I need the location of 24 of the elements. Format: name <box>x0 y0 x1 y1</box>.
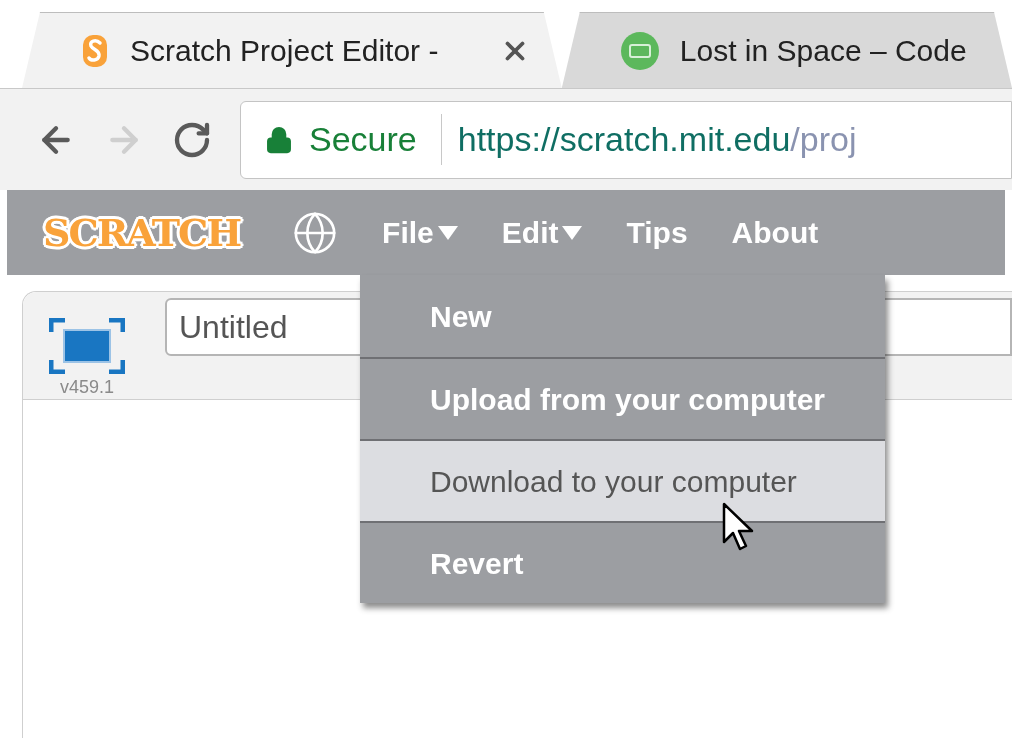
tab-title: Lost in Space – Code <box>679 33 967 69</box>
dropdown-item[interactable]: Download to your computer <box>360 439 885 521</box>
logo-icon <box>619 30 660 71</box>
menu-item[interactable]: Tips <box>604 190 710 275</box>
dropdown-item[interactable]: Upload from your computer <box>360 357 885 439</box>
menu-item[interactable]: File <box>360 190 480 275</box>
tab-title: Scratch Project Editor - <box>130 33 439 69</box>
menu-item[interactable]: About <box>709 190 841 275</box>
logo-icon <box>80 33 110 68</box>
version-label: v459.1 <box>59 378 114 396</box>
security-label: Secure <box>309 114 442 165</box>
fullscreen-icon[interactable] <box>49 318 125 374</box>
caret-icon <box>562 225 583 240</box>
dropdown-item[interactable]: New <box>360 275 885 357</box>
cursor-icon <box>722 502 756 552</box>
browser-tab[interactable]: Lost in Space – Code <box>561 12 1012 88</box>
browser-tab[interactable]: Scratch Project Editor - <box>22 12 562 88</box>
caret-icon <box>437 225 458 240</box>
url-text: https://scratch.mit.edu/proj <box>457 119 857 160</box>
scratch-logo: SCRATCH <box>43 209 241 257</box>
address-bar[interactable]: Secure https://scratch.mit.edu/proj <box>240 100 1012 179</box>
lock-icon <box>265 125 293 154</box>
menu-item[interactable]: Edit <box>479 190 605 275</box>
dropdown-item[interactable]: Revert <box>360 521 885 603</box>
